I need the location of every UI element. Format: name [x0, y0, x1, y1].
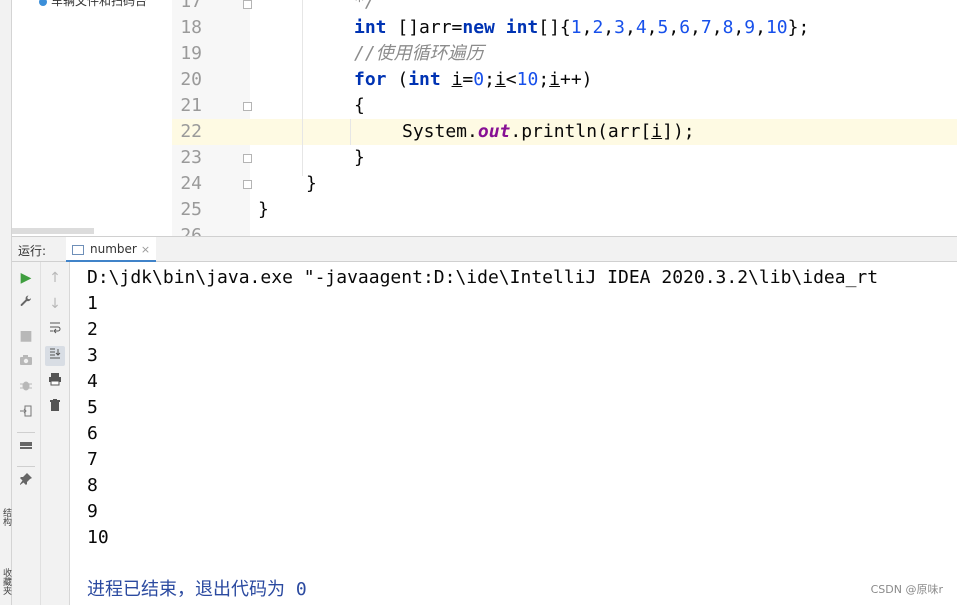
- indent-guide: [302, 0, 303, 176]
- tab-label: number: [90, 242, 137, 256]
- soft-wrap-icon[interactable]: [45, 320, 65, 340]
- tree-item[interactable]: 车辆文件和扫码台: [39, 0, 147, 9]
- login-icon[interactable]: [16, 404, 36, 424]
- line-number: 24: [180, 173, 202, 194]
- process-exit-message: 进程已结束，退出代码为 0: [87, 579, 307, 600]
- toolbar-divider: [17, 432, 35, 433]
- indent-guide: [350, 119, 351, 145]
- console-output-line: 3: [87, 345, 98, 366]
- code-line: */: [354, 0, 376, 12]
- bug-icon[interactable]: [16, 378, 36, 398]
- fold-marker[interactable]: [243, 102, 252, 111]
- left-tool-strip: 结构 收藏夹: [0, 0, 12, 605]
- trash-icon[interactable]: [45, 398, 65, 418]
- console-output[interactable]: D:\jdk\bin\java.exe "-javaagent:D:\ide\I…: [70, 262, 957, 605]
- console-output-line: 6: [87, 423, 98, 444]
- line-number: 20: [180, 69, 202, 90]
- console-command-line: D:\jdk\bin\java.exe "-javaagent:D:\ide\I…: [87, 267, 879, 288]
- watermark: CSDN @原味r: [870, 583, 943, 596]
- arrow-down-icon[interactable]: ↓: [45, 294, 65, 314]
- console-output-line: 2: [87, 319, 98, 340]
- console-icon: [72, 244, 84, 255]
- line-number: 18: [180, 17, 202, 38]
- line-number: 25: [180, 199, 202, 220]
- fold-marker[interactable]: [243, 180, 252, 189]
- line-number: 23: [180, 147, 202, 168]
- console-output-line: 8: [87, 475, 98, 496]
- pin-icon[interactable]: [16, 472, 36, 492]
- horizontal-scrollbar[interactable]: [12, 228, 94, 234]
- console-output-line: 7: [87, 449, 98, 470]
- line-number: 21: [180, 95, 202, 116]
- camera-icon[interactable]: [16, 352, 36, 372]
- run-tool-window-header: 运行: number ×: [12, 236, 957, 262]
- console-output-line: 4: [87, 371, 98, 392]
- arrow-up-icon[interactable]: ↑: [45, 268, 65, 288]
- layout-icon[interactable]: [16, 438, 36, 458]
- run-icon[interactable]: ▶: [16, 268, 36, 288]
- fold-marker[interactable]: [243, 154, 252, 163]
- close-icon[interactable]: ×: [141, 243, 150, 256]
- code-line: {: [354, 95, 365, 116]
- code-line: //使用循环遍历: [354, 43, 484, 64]
- scroll-to-end-icon[interactable]: [45, 346, 65, 366]
- file-icon: [39, 0, 47, 6]
- code-line: int []arr=new int[]{1,2,3,4,5,6,7,8,9,10…: [354, 17, 810, 38]
- console-output-line: 10: [87, 527, 109, 548]
- console-output-line: 9: [87, 501, 98, 522]
- code-line: }: [258, 199, 269, 220]
- wrench-icon[interactable]: [16, 294, 36, 314]
- line-number: 17: [180, 0, 202, 12]
- run-label: 运行:: [18, 244, 47, 258]
- stop-icon[interactable]: ■: [16, 326, 36, 346]
- line-number: 22: [180, 121, 202, 142]
- tree-item-label: 车辆文件和扫码台: [51, 0, 148, 8]
- line-number: 19: [180, 43, 202, 64]
- tab-number[interactable]: number ×: [66, 237, 157, 262]
- code-line: System.out.println(arr[i]);: [402, 121, 695, 142]
- run-toolbar-left: ▶ ■: [12, 262, 41, 605]
- code-line: }: [306, 173, 317, 194]
- console-output-line: 1: [87, 293, 98, 314]
- print-icon[interactable]: [45, 372, 65, 392]
- favorites-tool-button[interactable]: 收藏夹: [0, 568, 11, 595]
- toolbar-divider: [17, 466, 35, 467]
- console-output-line: 5: [87, 397, 98, 418]
- run-toolbar-right: ↑ ↓: [41, 262, 70, 605]
- code-line: }: [354, 147, 365, 168]
- project-tree: 车辆文件和扫码台: [12, 0, 172, 236]
- code-line: for (int i=0;i<10;i++): [354, 69, 593, 90]
- structure-tool-button[interactable]: 结构: [0, 508, 11, 526]
- fold-marker[interactable]: [243, 0, 252, 9]
